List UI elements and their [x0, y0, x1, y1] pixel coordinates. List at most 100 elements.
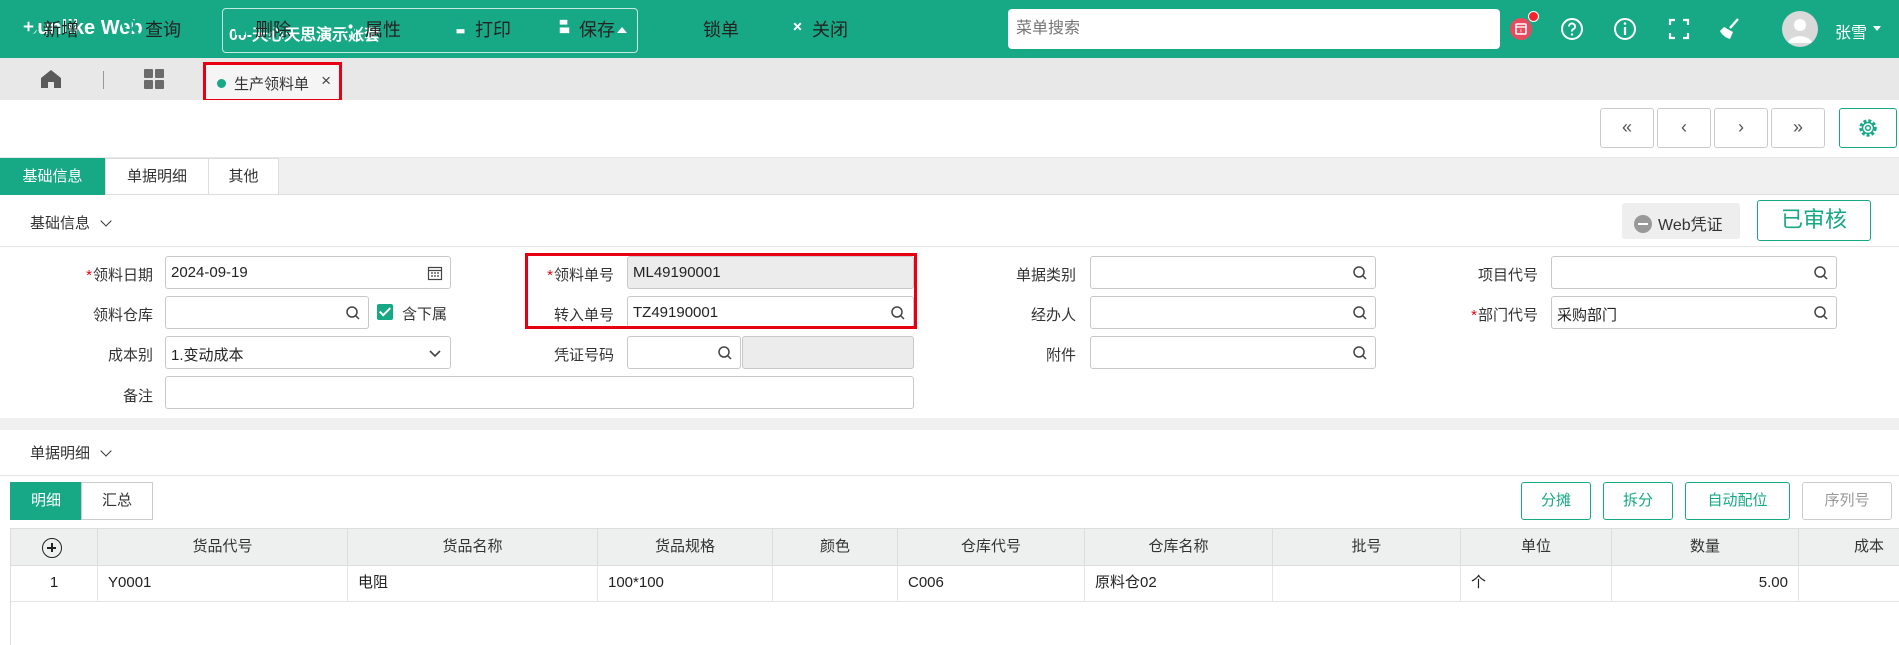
allocate-button[interactable]: 分摊	[1521, 482, 1591, 520]
username[interactable]: 张雪	[1835, 19, 1867, 43]
voucher-field[interactable]	[627, 336, 741, 369]
last-record-button[interactable]: »	[1771, 108, 1825, 148]
page-tab-issue[interactable]: 生产领料单 ×	[203, 62, 342, 102]
search-icon[interactable]	[1813, 265, 1829, 281]
add-row-cell[interactable]	[11, 529, 98, 567]
print-button[interactable]: 打印	[450, 17, 511, 41]
dept-field[interactable]: 采购部门	[1551, 296, 1837, 329]
search-icon[interactable]	[1352, 265, 1368, 281]
caret-down-icon[interactable]	[1873, 26, 1881, 31]
issue-date-field[interactable]: 2024-09-19	[165, 256, 451, 289]
tab-basic-info[interactable]: 基础信息	[0, 158, 105, 195]
page-tab-label: 生产领料单	[234, 76, 310, 93]
cell-unit[interactable]: 个	[1461, 566, 1612, 602]
project-field[interactable]	[1551, 256, 1837, 289]
col-header[interactable]: 货品规格	[598, 529, 773, 567]
handler-field[interactable]	[1090, 296, 1376, 329]
cell-qty[interactable]: 5.00	[1612, 566, 1799, 602]
search-icon[interactable]	[1813, 305, 1829, 321]
tab-summary[interactable]: 汇总	[81, 482, 153, 520]
col-header[interactable]: 仓库名称	[1085, 529, 1273, 567]
remark-field[interactable]	[165, 376, 914, 409]
help-icon[interactable]	[1557, 14, 1587, 44]
first-record-button[interactable]: «	[1600, 108, 1654, 148]
auto-locate-button[interactable]: 自动配位	[1685, 482, 1790, 520]
tab-other[interactable]: 其他	[208, 158, 279, 195]
delete-button[interactable]: 删除	[230, 17, 291, 41]
lock-icon	[678, 17, 698, 42]
settings-icon	[1859, 119, 1877, 137]
cell-code[interactable]: Y0001	[98, 566, 348, 602]
transfer-no-field[interactable]: TZ49190001	[627, 296, 914, 329]
tab-detail[interactable]: 明细	[10, 482, 82, 520]
search-icon[interactable]	[345, 305, 361, 321]
col-header[interactable]: 批号	[1273, 529, 1461, 567]
info-icon[interactable]	[1610, 14, 1640, 44]
cell-wh-code[interactable]: C006	[898, 566, 1085, 602]
cell-color[interactable]	[773, 566, 898, 602]
voucher-label: 凭证号码	[553, 347, 614, 364]
detail-toggle[interactable]: 单据明细	[30, 442, 112, 463]
issue-date-label: *领料日期	[86, 267, 153, 284]
dept-label: *部门代号	[1471, 307, 1538, 324]
col-header[interactable]: 单位	[1461, 529, 1612, 567]
col-header[interactable]: 货品代号	[98, 529, 348, 567]
cell-spec[interactable]: 100*100	[598, 566, 773, 602]
search-icon[interactable]	[1352, 345, 1368, 361]
basic-info-toggle[interactable]: 基础信息	[30, 212, 112, 233]
attachment-field[interactable]	[1090, 336, 1376, 369]
tab-doc-details[interactable]: 单据明细	[105, 158, 209, 195]
cell-batch[interactable]	[1273, 566, 1461, 602]
save-button[interactable]: 保存	[554, 17, 638, 41]
remark-label: 备注	[122, 388, 153, 405]
avatar[interactable]	[1782, 11, 1818, 47]
grid-header: 货品代号 货品名称 货品规格 颜色 仓库代号 仓库名称 批号 单位 数量 成本	[11, 528, 1899, 567]
search-icon[interactable]	[1352, 305, 1368, 321]
issue-date-value: 2024-09-19	[171, 264, 248, 281]
cell-wh-name[interactable]: 原料仓02	[1085, 566, 1273, 602]
warehouse-field[interactable]	[165, 296, 369, 329]
table-row[interactable]: 1 Y0001 电阻 100*100 C006 原料仓02 个 5.00	[11, 566, 1899, 602]
chevron-down-icon	[100, 445, 112, 457]
status-badge: 已审核	[1757, 200, 1871, 241]
grid-icon[interactable]	[142, 67, 166, 91]
search-icon[interactable]	[717, 345, 733, 361]
delete-label: 删除	[255, 20, 291, 40]
close-button[interactable]: 关闭	[787, 17, 848, 41]
fullscreen-icon[interactable]	[1664, 14, 1694, 44]
attachment-label: 附件	[1045, 347, 1076, 364]
plus-circle-icon[interactable]	[42, 538, 62, 558]
col-header[interactable]: 成本	[1799, 529, 1899, 567]
lock-button[interactable]: 锁单	[678, 17, 739, 41]
handler-label: 经办人	[1030, 307, 1076, 324]
calendar-icon[interactable]	[427, 265, 443, 281]
detail-grid: 货品代号 货品名称 货品规格 颜色 仓库代号 仓库名称 批号 单位 数量 成本 …	[10, 528, 1899, 645]
include-sub-checkbox[interactable]	[377, 304, 393, 320]
home-icon[interactable]	[38, 67, 64, 91]
serial-no-button: 序列号	[1802, 482, 1892, 520]
issue-no-label: *领料单号	[547, 267, 614, 284]
include-sub-label[interactable]: 含下属	[402, 303, 447, 324]
broom-icon[interactable]	[1716, 14, 1746, 44]
next-record-button[interactable]: ›	[1714, 108, 1768, 148]
menu-search-input[interactable]	[1008, 9, 1500, 49]
col-header[interactable]: 仓库代号	[898, 529, 1085, 567]
close-icon[interactable]: ×	[321, 71, 331, 91]
cost-select[interactable]: 1.变动成本	[165, 336, 451, 369]
doc-type-field[interactable]	[1090, 256, 1376, 289]
web-voucher-button[interactable]: Web凭证	[1622, 203, 1740, 239]
add-button[interactable]: 新增	[18, 17, 79, 41]
prev-record-button[interactable]: ‹	[1657, 108, 1711, 148]
chevron-down-icon[interactable]	[427, 345, 443, 361]
search-icon[interactable]	[890, 305, 906, 321]
settings-button[interactable]	[1839, 108, 1897, 148]
query-button[interactable]: 查询	[120, 17, 181, 41]
cell-name[interactable]: 电阻	[348, 566, 598, 602]
project-label: 项目代号	[1477, 267, 1538, 284]
chevron-down-icon[interactable]	[622, 18, 638, 34]
col-header[interactable]: 货品名称	[348, 529, 598, 567]
properties-button[interactable]: 属性	[340, 17, 401, 41]
split-button[interactable]: 拆分	[1603, 482, 1673, 520]
col-header[interactable]: 颜色	[773, 529, 898, 567]
col-header[interactable]: 数量	[1612, 529, 1799, 567]
